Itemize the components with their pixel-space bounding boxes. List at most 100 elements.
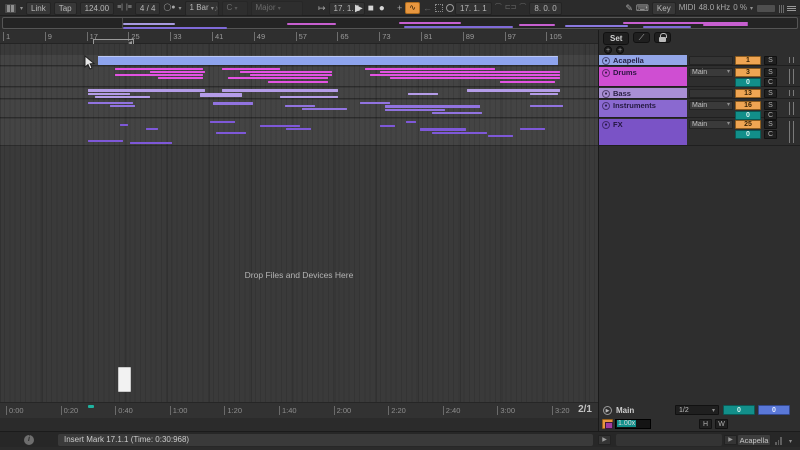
clip[interactable] <box>240 71 332 73</box>
send-value[interactable]: 0 <box>735 78 761 87</box>
track-name-cell[interactable]: ●Instruments <box>599 100 687 117</box>
clip[interactable] <box>95 96 150 98</box>
clip[interactable] <box>98 56 558 65</box>
clip[interactable] <box>222 68 280 70</box>
track-input-value[interactable]: 1 <box>735 56 761 65</box>
key-map-button[interactable]: Key <box>652 2 676 15</box>
info-icon[interactable]: i <box>24 435 34 445</box>
set-marker-button[interactable]: Set <box>603 32 629 45</box>
clip[interactable] <box>490 74 560 76</box>
clip[interactable] <box>250 74 332 76</box>
track-input-value[interactable]: 16 <box>735 101 761 110</box>
clip-name-field[interactable] <box>616 434 722 446</box>
scale-name-menu[interactable]: Major ▾ <box>251 1 303 16</box>
clip[interactable] <box>432 112 482 114</box>
chevron-down-icon[interactable]: ▾ <box>179 5 182 12</box>
crossfade-button[interactable]: C <box>764 130 777 139</box>
clip[interactable] <box>487 77 560 79</box>
clip[interactable] <box>213 102 253 105</box>
clip[interactable] <box>146 128 158 130</box>
nudge-up-icon[interactable]: |≡ <box>126 3 132 13</box>
next-marker-button[interactable]: + <box>616 46 624 54</box>
track-input-value[interactable]: 13 <box>735 89 761 98</box>
clip[interactable] <box>302 108 347 110</box>
chevron-down-icon[interactable]: ▾ <box>20 5 23 12</box>
track-name-cell[interactable]: ●FX <box>599 119 687 145</box>
clip[interactable] <box>408 93 438 95</box>
track-input-value[interactable]: 3 <box>735 68 761 77</box>
capture-region-icon[interactable] <box>435 4 443 12</box>
optimize-height-button[interactable]: H <box>699 419 712 429</box>
clip[interactable] <box>158 77 203 79</box>
solo-button[interactable]: S <box>764 101 777 110</box>
record-button[interactable]: ● <box>379 3 387 14</box>
ghost-clip[interactable] <box>118 367 131 392</box>
fade-in-icon[interactable]: ⌒ <box>495 3 502 13</box>
link-button[interactable]: Link <box>26 2 51 15</box>
clip[interactable] <box>115 74 203 76</box>
selected-clip-play-button[interactable]: ▶ <box>724 435 737 445</box>
prev-marker-button[interactable]: + <box>604 46 612 54</box>
clip[interactable] <box>200 93 242 97</box>
window-layout-icon[interactable] <box>4 3 17 14</box>
clip[interactable] <box>385 109 445 111</box>
bar-ruler[interactable]: 191725334149576573818997105 <box>0 30 598 44</box>
solo-button[interactable]: S <box>764 89 777 98</box>
send-value[interactable]: 0 <box>735 130 761 139</box>
clip[interactable] <box>260 125 300 127</box>
back-to-arrangement-icon[interactable]: ← <box>423 3 432 13</box>
crossfade-button[interactable]: C <box>764 78 777 87</box>
play-button[interactable]: ▶ <box>355 3 365 14</box>
clip[interactable] <box>268 81 328 83</box>
draw-mode-button[interactable]: ∿ <box>405 2 420 14</box>
clip[interactable] <box>280 96 338 98</box>
time-signature-field[interactable]: 4 / 4 <box>135 2 161 15</box>
clip[interactable] <box>365 68 495 70</box>
tempo-field[interactable]: 124.00 <box>80 2 114 15</box>
solo-button[interactable]: S <box>764 68 777 77</box>
solo-button[interactable]: S <box>764 120 777 129</box>
clip[interactable] <box>530 105 563 107</box>
add-track-icon[interactable]: + <box>397 3 402 13</box>
clip[interactable] <box>467 89 560 92</box>
output-route-select[interactable]: Main▾ <box>689 101 733 110</box>
clip[interactable] <box>385 105 480 108</box>
track-input-value[interactable]: 25 <box>735 120 761 129</box>
clip[interactable] <box>285 105 315 107</box>
track-activator-icon[interactable]: ● <box>602 121 610 129</box>
clip[interactable] <box>500 81 555 83</box>
clip[interactable] <box>88 89 205 92</box>
midi-map-button[interactable]: MIDI <box>679 3 696 13</box>
punch-position-field[interactable]: 17. 1. 1 <box>455 2 492 15</box>
zoom-factor-field[interactable]: 1.00x <box>615 419 651 429</box>
clip[interactable] <box>406 121 416 123</box>
output-route-select[interactable]: Main▾ <box>689 120 733 129</box>
clip[interactable] <box>150 71 205 73</box>
clip[interactable] <box>216 132 246 134</box>
selected-clip-button[interactable]: Acapella <box>737 434 771 446</box>
menu-icon[interactable] <box>787 6 796 11</box>
clip[interactable] <box>390 77 490 79</box>
clip[interactable] <box>380 71 495 73</box>
clip[interactable] <box>286 128 311 130</box>
loop-switch-icon[interactable]: ⊏⊐ <box>505 3 517 13</box>
clip[interactable] <box>88 102 133 104</box>
main-track-name[interactable]: Main <box>616 406 634 415</box>
output-route-empty[interactable] <box>689 89 733 98</box>
solo-button[interactable]: S <box>764 56 777 65</box>
clip[interactable] <box>360 102 390 104</box>
capture-midi-icon[interactable] <box>446 4 454 12</box>
metronome-icon[interactable]: ◯● <box>163 3 175 13</box>
pencil-icon[interactable]: ✎ <box>625 3 633 13</box>
clip[interactable] <box>370 74 492 76</box>
clip[interactable] <box>420 128 466 131</box>
track-activator-icon[interactable]: ● <box>602 90 610 98</box>
zoom-back-icon[interactable] <box>602 419 613 429</box>
chevron-down-icon[interactable]: ▾ <box>750 5 753 12</box>
clip[interactable] <box>120 124 128 126</box>
clip[interactable] <box>222 89 338 92</box>
track-activator-icon[interactable]: ● <box>602 57 610 65</box>
fade-out-icon[interactable]: ⌒ <box>519 3 526 13</box>
clip[interactable] <box>380 125 395 127</box>
play-circle-icon[interactable]: ▶ <box>603 406 612 415</box>
